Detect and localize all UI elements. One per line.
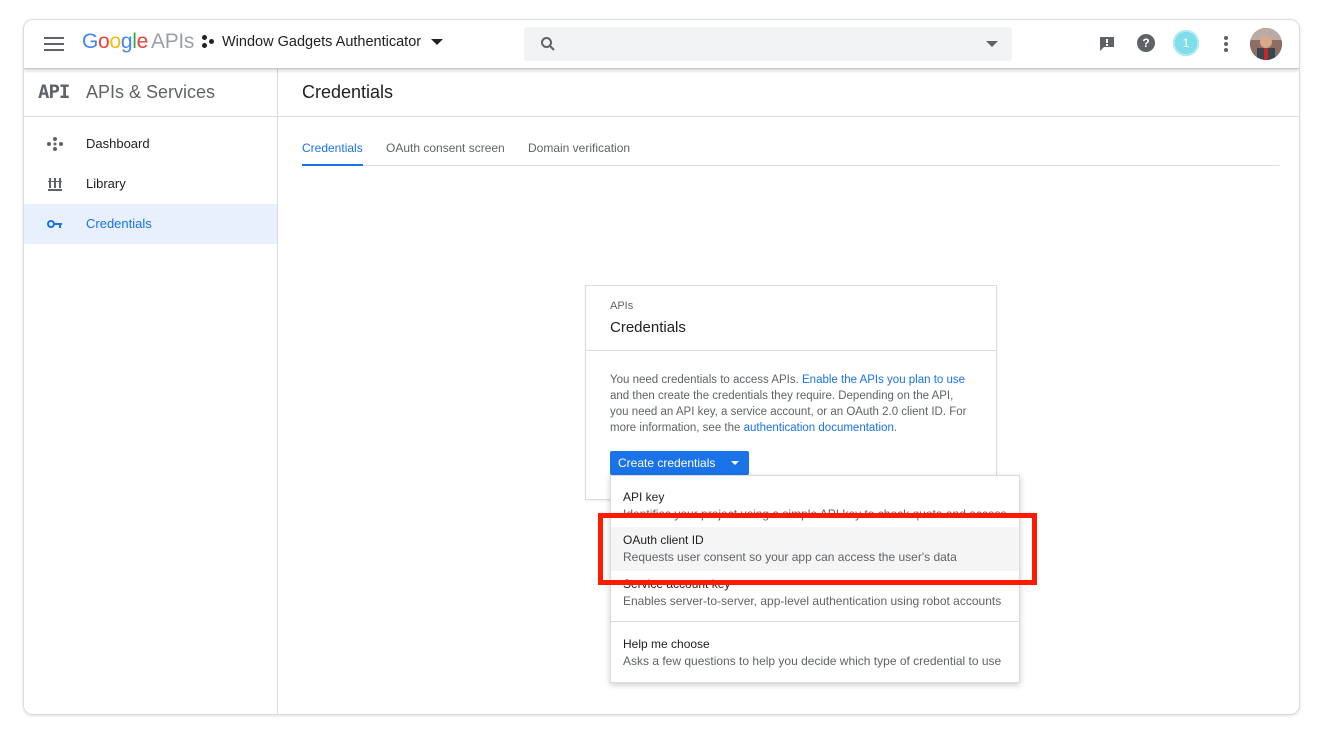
help-icon[interactable]: ? — [1137, 34, 1157, 54]
page-title: Credentials — [302, 82, 394, 102]
tab-bar: Credentials OAuth consent screen Domain … — [302, 133, 1279, 166]
tab-credentials[interactable]: Credentials — [302, 141, 363, 166]
tab-oauth-consent-screen[interactable]: OAuth consent screen — [386, 141, 505, 164]
card-divider — [586, 350, 996, 351]
authentication-documentation-link[interactable]: authentication documentation — [744, 422, 894, 434]
card-description: You need credentials to access APIs. Ena… — [610, 374, 967, 434]
browser-window: GoogleAPIs Window Gadgets Authenticator — [23, 19, 1300, 715]
sidebar-item-library[interactable]: Library — [24, 164, 277, 204]
chevron-down-icon — [431, 39, 444, 45]
sidebar-header: API APIs & Services — [24, 68, 277, 117]
sidebar-title: APIs & Services — [86, 82, 216, 102]
google-apis-logo[interactable]: Google APIs — [82, 30, 194, 54]
menu-item-description: Identifies your project using a simple A… — [623, 507, 1007, 521]
notifications-button[interactable]: 1 — [1173, 30, 1199, 56]
project-name: Window Gadgets Authenticator — [222, 34, 422, 50]
search-icon — [541, 37, 555, 51]
sidebar-item-credentials[interactable]: Credentials — [24, 204, 277, 244]
notification-count: 1 — [1175, 32, 1197, 54]
hamburger-menu-icon[interactable] — [44, 36, 64, 52]
menu-item-help-me-choose[interactable]: Help me choose Asks a few questions to h… — [611, 631, 1019, 675]
menu-item-api-key[interactable]: API key Identifies your project using a … — [611, 484, 1019, 528]
key-icon — [47, 220, 62, 228]
more-vert-icon[interactable] — [1224, 36, 1228, 52]
sidebar-item-label: Library — [86, 176, 126, 191]
project-dots-icon — [202, 35, 216, 49]
card-title: Credentials — [610, 319, 686, 336]
sidebar-item-label: Dashboard — [86, 136, 150, 151]
menu-item-title: Help me choose — [623, 637, 710, 651]
search-bar[interactable] — [524, 27, 1012, 61]
sidebar-item-label: Credentials — [86, 216, 152, 231]
menu-divider — [611, 621, 1019, 622]
search-input[interactable] — [568, 27, 968, 61]
feedback-icon[interactable] — [1097, 34, 1117, 54]
sidebar-item-dashboard[interactable]: Dashboard — [24, 124, 277, 164]
menu-item-description: Requests user consent so your app can ac… — [623, 550, 957, 564]
menu-item-service-account-key[interactable]: Service account key Enables server-to-se… — [611, 571, 1019, 615]
credentials-card: APIs Credentials You need credentials to… — [585, 285, 997, 500]
card-breadcrumb: APIs — [610, 300, 634, 312]
create-credentials-menu: API key Identifies your project using a … — [610, 475, 1020, 683]
enable-apis-link[interactable]: Enable the APIs you plan to use — [802, 374, 965, 386]
project-selector[interactable]: Window Gadgets Authenticator — [202, 34, 444, 50]
sidebar: API APIs & Services Dashboard Library Cr… — [24, 68, 278, 714]
api-badge: API — [38, 81, 70, 103]
library-icon — [48, 178, 62, 191]
search-dropdown-icon[interactable] — [986, 41, 998, 47]
dashboard-icon — [47, 137, 63, 151]
create-credentials-button[interactable]: Create credentials — [610, 451, 750, 475]
menu-item-title: Service account key — [623, 577, 731, 591]
menu-item-title: API key — [623, 490, 665, 504]
menu-item-title: OAuth client ID — [623, 533, 704, 547]
dropdown-arrow-icon — [731, 461, 740, 465]
menu-item-description: Asks a few questions to help you decide … — [623, 654, 1002, 668]
menu-item-oauth-client-id[interactable]: OAuth client ID Requests user consent so… — [611, 527, 1019, 571]
top-app-bar: GoogleAPIs Window Gadgets Authenticator — [24, 20, 1299, 69]
page-header: Credentials — [278, 68, 1299, 117]
menu-item-description: Enables server-to-server, app-level auth… — [623, 594, 1002, 608]
create-credentials-label: Create credentials — [618, 456, 716, 470]
avatar[interactable] — [1250, 28, 1282, 60]
tab-domain-verification[interactable]: Domain verification — [528, 141, 630, 164]
